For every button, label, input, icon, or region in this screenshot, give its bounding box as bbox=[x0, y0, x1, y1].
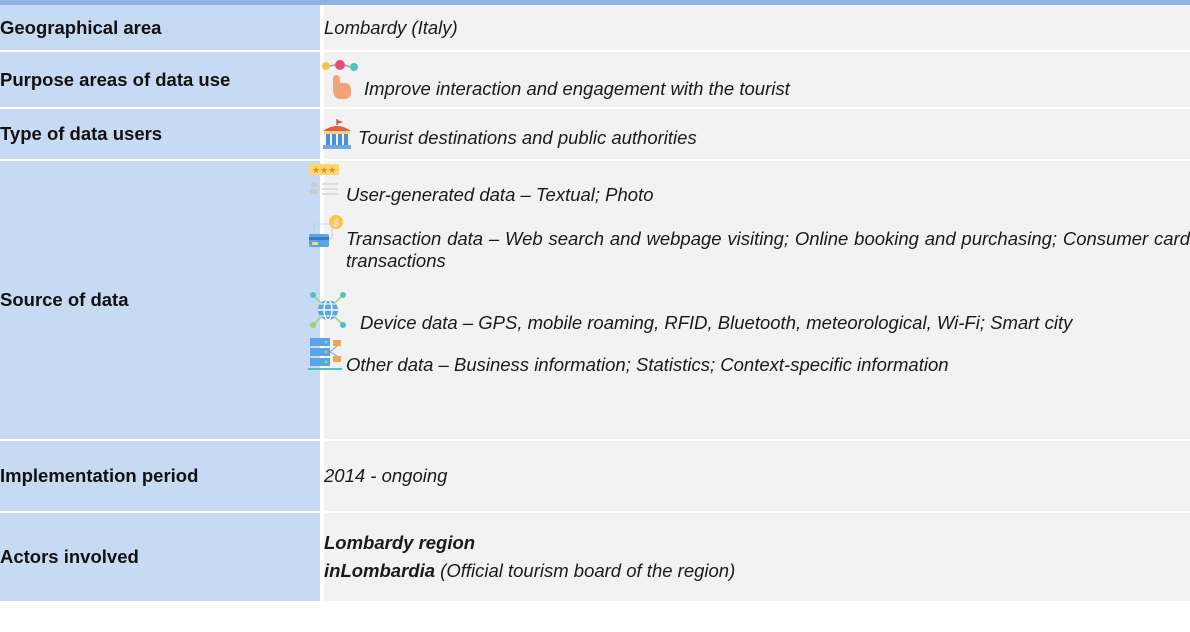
svg-text:$: $ bbox=[333, 218, 339, 229]
row-label: Purpose areas of data use bbox=[0, 51, 324, 109]
actor-inlombardia-desc: (Official tourism board of the region) bbox=[435, 560, 736, 581]
table-row: Purpose areas of data use Improve intera… bbox=[0, 51, 1190, 109]
list-item: $ Transaction data – Web search and webp… bbox=[309, 214, 1190, 272]
list-item: Device data – GPS, mobile roaming, RFID,… bbox=[310, 290, 1190, 334]
users-text: Tourist destinations and public authorit… bbox=[358, 127, 697, 148]
svg-text:★★★: ★★★ bbox=[312, 166, 336, 176]
source-text-other: Other data – Business information; Stati… bbox=[346, 354, 949, 375]
actor-inlombardia: inLombardia (Official tourism board of t… bbox=[324, 557, 1190, 585]
server-icon bbox=[308, 338, 342, 370]
payment-card-icon: $ bbox=[309, 215, 343, 247]
table-row: Actors involved Lombardy region inLombar… bbox=[0, 512, 1190, 603]
globe-network-icon bbox=[310, 292, 346, 328]
table-row: Type of data users Tourist destinations … bbox=[0, 108, 1190, 161]
row-label: Source of data bbox=[0, 160, 324, 441]
row-label: Implementation period bbox=[0, 440, 324, 513]
row-value: Lombardy (Italy) bbox=[322, 5, 1190, 52]
table-row: Geographical area Lombardy (Italy) bbox=[0, 5, 1190, 52]
actor-lombardy-region: Lombardy region bbox=[324, 532, 476, 553]
row-value: 2014 - ongoing bbox=[322, 440, 1190, 513]
list-item: Other data – Business information; Stati… bbox=[308, 336, 1190, 376]
row-value-cell: Tourist destinations and public authorit… bbox=[322, 108, 1190, 161]
row-label: Actors involved bbox=[0, 512, 324, 603]
table-row: Source of data ★★★ User-generated data –… bbox=[0, 160, 1190, 441]
row-label: Geographical area bbox=[0, 5, 324, 52]
info-table: Geographical area Lombardy (Italy) Purpo… bbox=[0, 5, 1190, 603]
source-text-transaction: Transaction data – Web search and webpag… bbox=[346, 228, 1190, 271]
source-text-user: User-generated data – Textual; Photo bbox=[346, 184, 654, 205]
row-label: Type of data users bbox=[0, 108, 324, 161]
table-row: Implementation period 2014 - ongoing bbox=[0, 440, 1190, 513]
row-value-cell: ★★★ User-generated data – Textual; Photo… bbox=[308, 160, 1190, 441]
touch-interaction-icon bbox=[322, 59, 358, 99]
government-building-icon bbox=[323, 119, 351, 149]
actor-inlombardia-name: inLombardia bbox=[324, 560, 436, 581]
row-value-cell: Improve interaction and engagement with … bbox=[322, 51, 1190, 109]
purpose-text: Improve interaction and engagement with … bbox=[364, 77, 790, 99]
row-value-cell: Lombardy region inLombardia (Official to… bbox=[322, 512, 1190, 603]
review-stars-icon: ★★★ bbox=[309, 164, 339, 195]
list-item: ★★★ User-generated data – Textual; Photo bbox=[309, 161, 1190, 206]
source-text-device: Device data – GPS, mobile roaming, RFID,… bbox=[360, 312, 1073, 333]
source-list: ★★★ User-generated data – Textual; Photo… bbox=[308, 161, 1190, 376]
